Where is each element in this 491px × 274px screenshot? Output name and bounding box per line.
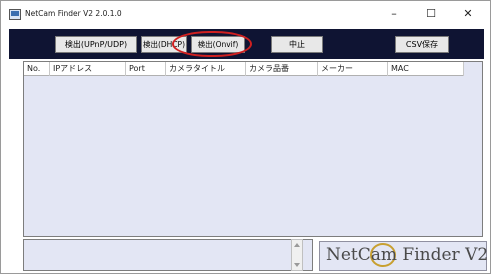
list-header: No. IPアドレス Port カメラタイトル カメラ品番 メーカー MAC bbox=[24, 62, 464, 76]
log-scrollbar[interactable] bbox=[291, 239, 303, 271]
logo-text: NetCam Finder V2 bbox=[326, 245, 489, 265]
column-header-maker[interactable]: メーカー bbox=[318, 62, 388, 76]
column-header-no[interactable]: No. bbox=[24, 62, 50, 76]
column-header-camera-title[interactable]: カメラタイトル bbox=[166, 62, 246, 76]
maximize-button[interactable]: ☐ bbox=[414, 1, 448, 27]
minimize-button[interactable]: – bbox=[377, 1, 411, 27]
csv-save-button[interactable]: CSV保存 bbox=[395, 36, 449, 53]
column-header-mac[interactable]: MAC bbox=[388, 62, 464, 76]
scroll-up-icon[interactable] bbox=[294, 243, 300, 247]
close-button[interactable]: ✕ bbox=[451, 1, 485, 27]
column-header-port[interactable]: Port bbox=[126, 62, 166, 76]
title-bar[interactable]: NetCam Finder V2 2.0.1.0 – ☐ ✕ bbox=[1, 1, 490, 27]
detect-dhcp-button[interactable]: 検出(DHCP) bbox=[141, 36, 187, 53]
app-window: NetCam Finder V2 2.0.1.0 – ☐ ✕ 検出(UPnP/U… bbox=[0, 0, 491, 274]
column-header-model[interactable]: カメラ品番 bbox=[246, 62, 318, 76]
detect-onvif-button[interactable]: 検出(Onvif) bbox=[191, 36, 245, 53]
window-title: NetCam Finder V2 2.0.1.0 bbox=[25, 9, 122, 18]
camera-list[interactable]: No. IPアドレス Port カメラタイトル カメラ品番 メーカー MAC bbox=[23, 61, 483, 237]
column-header-ip[interactable]: IPアドレス bbox=[50, 62, 126, 76]
log-textbox[interactable] bbox=[23, 239, 313, 271]
app-icon bbox=[9, 9, 21, 20]
scroll-down-icon[interactable] bbox=[294, 263, 300, 267]
toolbar: 検出(UPnP/UDP) 検出(DHCP) 検出(Onvif) 中止 CSV保存 bbox=[9, 29, 484, 59]
detect-upnp-button[interactable]: 検出(UPnP/UDP) bbox=[55, 36, 137, 53]
stop-button[interactable]: 中止 bbox=[271, 36, 323, 53]
netcam-finder-logo: NetCam Finder V2 bbox=[319, 241, 489, 271]
